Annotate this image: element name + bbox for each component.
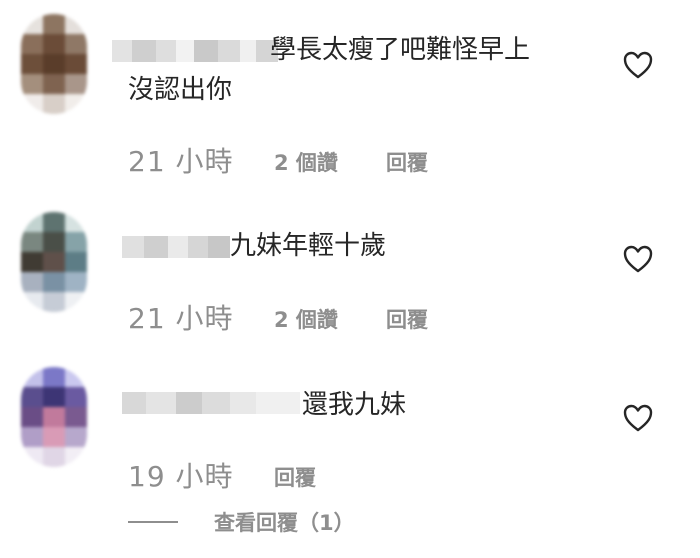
comment-text-line1: 還我九妹 (302, 390, 407, 420)
avatar[interactable] (21, 367, 87, 467)
comment-text-line1: 學長太瘦了吧難怪早上 (270, 35, 531, 65)
comment-timestamp[interactable]: 21 小時 (128, 140, 234, 180)
heart-outline-icon[interactable] (622, 244, 654, 274)
likes-count[interactable]: 2 個讚 (274, 304, 338, 334)
replies-divider-line (128, 521, 178, 523)
comment-timestamp[interactable]: 21 小時 (128, 297, 234, 337)
username-obscured[interactable] (122, 392, 300, 414)
comment-text-line2: 沒認出你 (128, 75, 233, 105)
avatar[interactable] (21, 14, 87, 114)
username-obscured[interactable] (122, 236, 230, 258)
reply-button[interactable]: 回覆 (386, 147, 428, 177)
heart-outline-icon[interactable] (622, 403, 654, 433)
reply-button[interactable]: 回覆 (386, 304, 428, 334)
username-obscured[interactable] (112, 40, 278, 62)
comment-timestamp[interactable]: 19 小時 (128, 455, 234, 495)
likes-count[interactable]: 2 個讚 (274, 147, 338, 177)
heart-outline-icon[interactable] (622, 50, 654, 80)
reply-button[interactable]: 回覆 (274, 462, 316, 492)
avatar[interactable] (21, 212, 87, 312)
view-replies-button[interactable]: 查看回覆（1） (214, 507, 355, 537)
comment-text-line1: 九妹年輕十歲 (230, 231, 387, 261)
